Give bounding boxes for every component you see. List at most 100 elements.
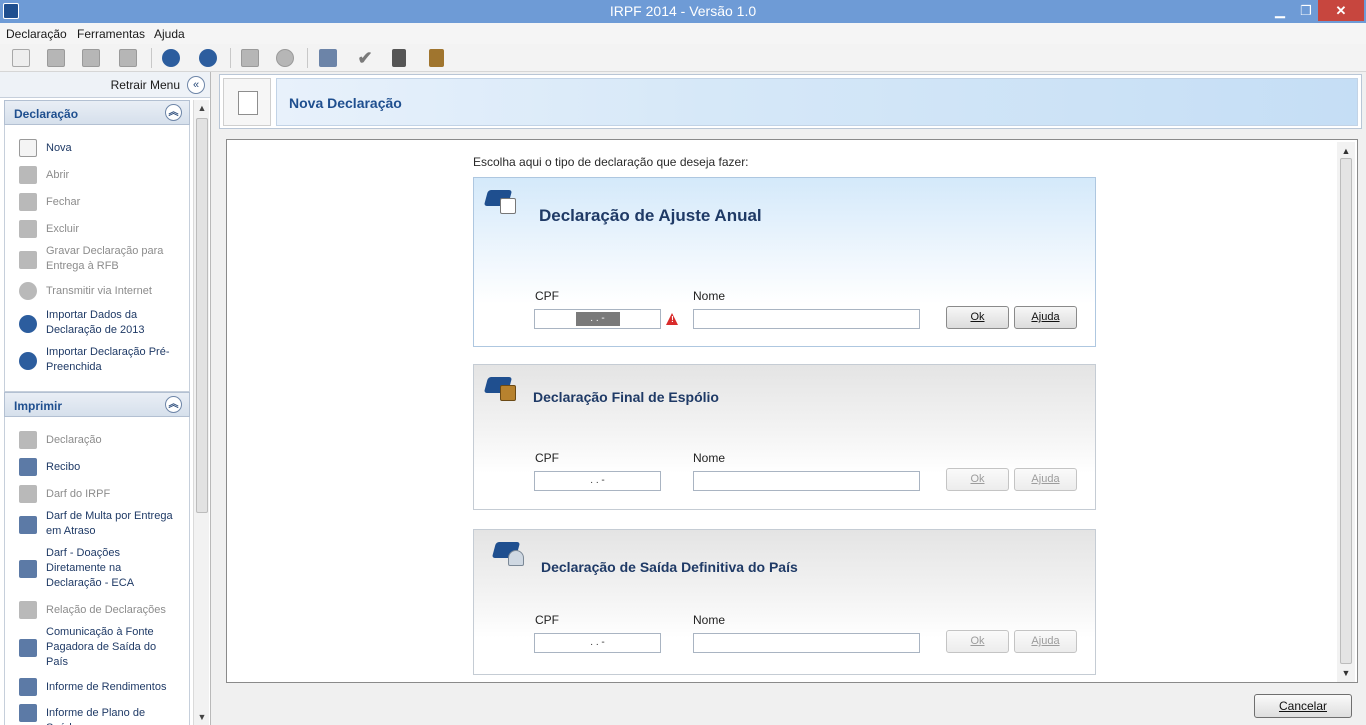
sidebar-item-abrir[interactable]: Abrir bbox=[19, 166, 189, 184]
minimize-button[interactable]: ▁ bbox=[1266, 0, 1294, 21]
toolbar-separator bbox=[230, 48, 231, 68]
sidebar-item-importar-pre-preenchida[interactable]: Importar Declaração Pré-Preenchida bbox=[19, 345, 189, 377]
ok-label: Ok bbox=[970, 473, 985, 485]
help-label: Ajuda bbox=[1031, 635, 1060, 647]
help-button[interactable]: Ajuda bbox=[1014, 468, 1077, 491]
cancel-label: Cancelar bbox=[1278, 699, 1328, 713]
open-icon[interactable] bbox=[47, 49, 65, 67]
menu-ferramentas[interactable]: Ferramentas bbox=[77, 27, 145, 41]
header-banner: Nova Declaração bbox=[276, 78, 1358, 126]
ok-button[interactable]: Ok bbox=[946, 468, 1009, 491]
scroll-up-icon[interactable]: ▲ bbox=[1339, 144, 1353, 158]
scroll-up-icon[interactable]: ▲ bbox=[194, 100, 210, 116]
sidebar-item-label: Transmitir via Internet bbox=[46, 285, 152, 297]
scrollbar-thumb[interactable] bbox=[1340, 158, 1352, 664]
sidebar-item-excluir[interactable]: Excluir bbox=[19, 220, 189, 238]
sidebar-item-darf-doacoes[interactable]: Darf - Doações Diretamente na Declaração… bbox=[19, 546, 189, 593]
double-chevron-left-icon[interactable]: « bbox=[187, 76, 205, 94]
printer-icon bbox=[19, 560, 37, 578]
globe-icon bbox=[19, 282, 37, 300]
close-button[interactable]: ✕ bbox=[1318, 0, 1364, 21]
scroll-down-icon[interactable]: ▼ bbox=[194, 709, 210, 725]
toolbar-separator bbox=[151, 48, 152, 68]
menu-ajuda[interactable]: Ajuda bbox=[154, 27, 185, 41]
printer-icon bbox=[19, 678, 37, 696]
sidebar-item-label: Gravar Declaração para Entrega à RFB bbox=[46, 245, 164, 272]
sidebar-item-label: Nova bbox=[46, 142, 72, 154]
nome-input[interactable] bbox=[693, 633, 920, 653]
instruction-text: Escolha aqui o tipo de declaração que de… bbox=[473, 155, 749, 169]
sidebar-item-transmitir[interactable]: Transmitir via Internet bbox=[19, 282, 189, 300]
import-prefilled-icon[interactable] bbox=[199, 49, 217, 67]
printer-icon bbox=[19, 431, 37, 449]
cpf-input[interactable]: . . - bbox=[534, 633, 661, 653]
new-doc-icon[interactable] bbox=[12, 49, 30, 67]
cpf-input[interactable]: . . - bbox=[534, 471, 661, 491]
save-icon[interactable] bbox=[241, 49, 259, 67]
section-imprimir-header[interactable]: Imprimir ︽ bbox=[4, 392, 190, 417]
sidebar-item-recibo[interactable]: Recibo bbox=[19, 458, 189, 476]
receita-federal-emblem-icon bbox=[483, 190, 516, 214]
receita-federal-emblem-icon bbox=[483, 377, 516, 401]
import-icon[interactable] bbox=[162, 49, 180, 67]
folder-icon[interactable] bbox=[82, 49, 100, 67]
sidebar-item-importar-dados[interactable]: Importar Dados da Declaração de 2013 bbox=[19, 308, 189, 340]
sidebar-item-nova[interactable]: Nova bbox=[19, 139, 189, 157]
toolbar: ✔ bbox=[0, 44, 1366, 72]
sidebar-item-gravar[interactable]: Gravar Declaração para Entrega à RFB bbox=[19, 244, 189, 276]
help-book-icon[interactable] bbox=[429, 49, 444, 67]
card-saida-definitiva: Declaração de Saída Definitiva do País C… bbox=[473, 529, 1096, 675]
card-final-espolio: Declaração Final de Espólio CPF Nome . .… bbox=[473, 364, 1096, 510]
cpf-input[interactable]: . . - bbox=[534, 309, 661, 329]
save-icon bbox=[19, 251, 37, 269]
sidebar-item-print-declaracao[interactable]: Declaração bbox=[19, 431, 189, 449]
import-icon bbox=[19, 315, 37, 333]
printer-icon bbox=[19, 458, 37, 476]
content-scrollbar[interactable]: ▲ ▼ bbox=[1337, 142, 1355, 682]
printer-icon bbox=[19, 704, 37, 722]
sidebar-item-informe-plano-saude[interactable]: Informe de Plano de Saúde bbox=[19, 704, 189, 725]
collapse-chevron-icon[interactable]: ︽ bbox=[165, 396, 182, 413]
sidebar-item-label: Darf do IRPF bbox=[46, 488, 111, 500]
nome-input[interactable] bbox=[693, 309, 920, 329]
trash-icon[interactable] bbox=[119, 49, 137, 67]
scrollbar-thumb[interactable] bbox=[196, 118, 208, 513]
menu-declaracao[interactable]: Declaração bbox=[6, 27, 67, 41]
menu-bar: Declaração Ferramentas Ajuda bbox=[0, 23, 1366, 44]
help-label: Ajuda bbox=[1031, 473, 1060, 485]
sidebar-item-label: Importar Dados da Declaração de 2013 bbox=[46, 309, 145, 336]
sidebar-item-darf-multa[interactable]: Darf de Multa por Entrega em Atraso bbox=[19, 509, 189, 541]
section-declaracao-header[interactable]: Declaração ︽ bbox=[4, 100, 190, 125]
footer-bar bbox=[219, 684, 1366, 725]
left-panel-scrollbar[interactable]: ▲ ▼ bbox=[193, 100, 209, 725]
help-button[interactable]: Ajuda bbox=[1014, 630, 1077, 653]
sidebar-item-darf-irpf[interactable]: Darf do IRPF bbox=[19, 485, 189, 503]
section-declaracao-body: Nova Abrir Fechar Excluir Gravar Declara… bbox=[4, 125, 190, 392]
sidebar-item-fechar[interactable]: Fechar bbox=[19, 193, 189, 211]
sidebar-item-label: Informe de Rendimentos bbox=[46, 681, 167, 693]
sidebar-item-informe-rendimentos[interactable]: Informe de Rendimentos bbox=[19, 678, 189, 696]
ok-button[interactable]: Ok bbox=[946, 306, 1009, 329]
sidebar-item-label: Declaração bbox=[46, 434, 102, 446]
printer-icon bbox=[19, 516, 37, 534]
help-label: Ajuda bbox=[1031, 311, 1060, 323]
sidebar-item-comunicacao[interactable]: Comunicação à Fonte Pagadora de Saída do… bbox=[19, 625, 189, 672]
nome-input[interactable] bbox=[693, 471, 920, 491]
help-button[interactable]: Ajuda bbox=[1014, 306, 1077, 329]
sidebar-item-label: Relação de Declarações bbox=[46, 604, 166, 616]
section-title: Declaração bbox=[14, 107, 79, 121]
scroll-down-icon[interactable]: ▼ bbox=[1339, 666, 1353, 680]
check-icon[interactable]: ✔ bbox=[356, 49, 374, 67]
sidebar-item-relacao[interactable]: Relação de Declarações bbox=[19, 601, 189, 619]
document-icon bbox=[223, 78, 271, 126]
calculator-icon[interactable] bbox=[392, 49, 406, 67]
cancel-button[interactable]: Cancelar bbox=[1254, 694, 1352, 718]
page-header: Nova Declaração bbox=[219, 74, 1362, 129]
ok-button[interactable]: Ok bbox=[946, 630, 1009, 653]
retract-menu-bar[interactable]: Retrair Menu « bbox=[0, 72, 210, 98]
maximize-button[interactable]: ❐ bbox=[1292, 0, 1320, 21]
globe-icon[interactable] bbox=[276, 49, 294, 67]
collapse-chevron-icon[interactable]: ︽ bbox=[165, 104, 182, 121]
cpf-label: CPF bbox=[535, 289, 559, 303]
printer-icon[interactable] bbox=[319, 49, 337, 67]
